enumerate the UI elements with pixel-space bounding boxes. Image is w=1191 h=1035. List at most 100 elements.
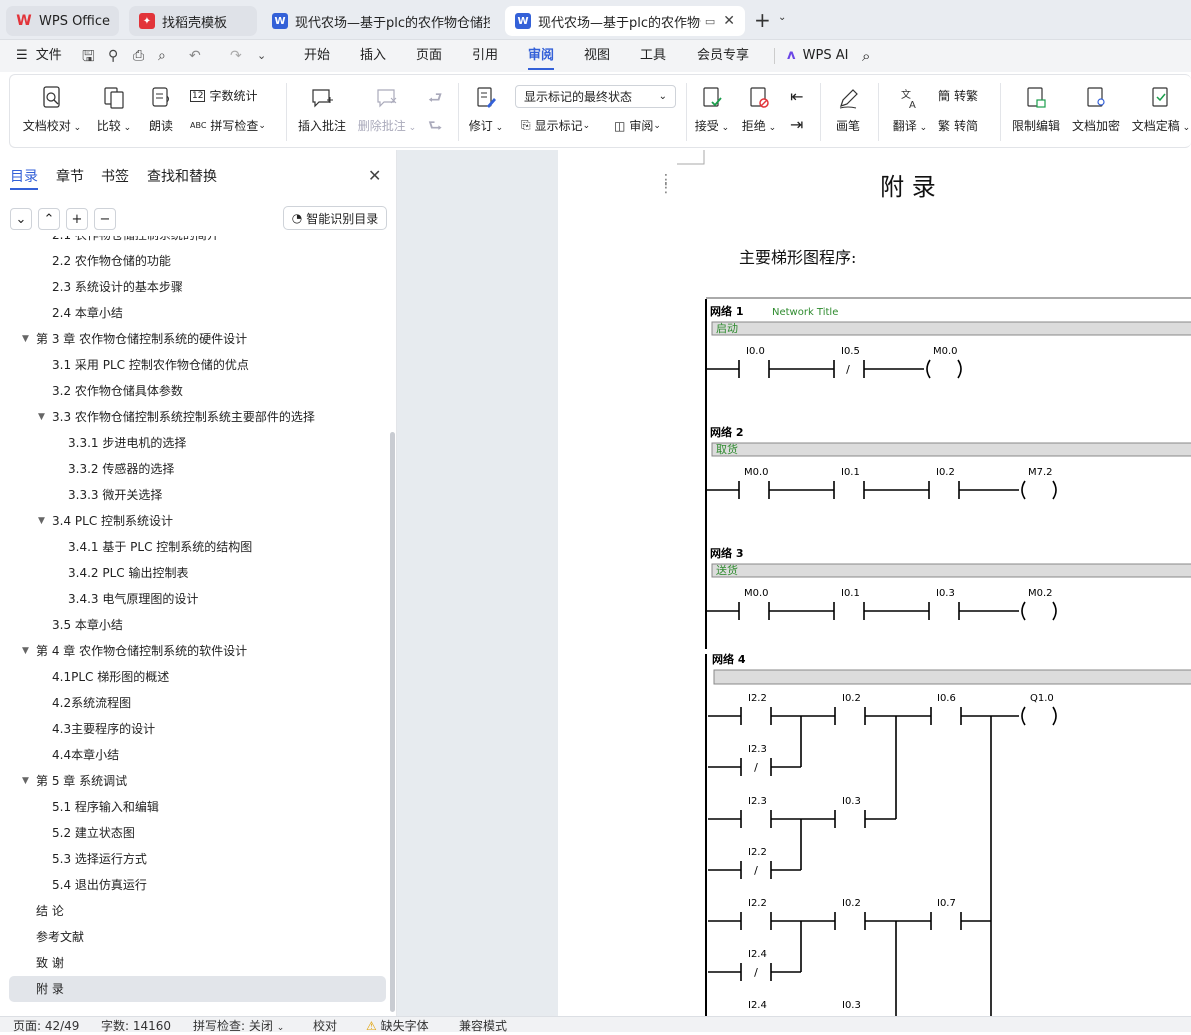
markup-state-select[interactable]: 显示标记的最终状态 ⌄ <box>515 85 676 108</box>
remove-heading-icon[interactable]: − <box>94 208 116 230</box>
toc-item[interactable]: 4.4本章小结 <box>0 742 386 768</box>
close-tab-icon[interactable]: ✕ <box>723 13 735 29</box>
toc-item-top[interactable]: 附 录 <box>9 976 386 1002</box>
tab-template[interactable]: ✦ 找稻壳模板 <box>129 6 257 36</box>
toc-item[interactable]: 3.4.3 电气原理图的设计 <box>0 586 386 612</box>
show-markup-button[interactable]: ⎘ 显示标记 ⌄ <box>521 117 590 134</box>
revise-button[interactable]: 修订 ⌄ <box>468 85 504 134</box>
delete-comment-button[interactable]: 删除批注 ⌄ <box>356 85 418 134</box>
tab-chapter[interactable]: 章节 <box>56 166 84 186</box>
add-heading-icon[interactable]: + <box>66 208 88 230</box>
toc-item[interactable]: ▼ 第 4 章 农作物仓储控制系统的软件设计 <box>0 638 386 664</box>
share-icon[interactable]: ⚲ <box>108 40 118 72</box>
toc-item[interactable]: 3.4.1 基于 PLC 控制系统的结构图 <box>0 534 386 560</box>
toc-item[interactable]: 2.1 农作物仓储控制系统的简介 <box>0 236 386 248</box>
toc-item[interactable]: ▼ 3.4 PLC 控制系统设计 <box>0 508 386 534</box>
spell-check-button[interactable]: ABC 拼写检查 ⌄ <box>190 117 266 134</box>
monitor-icon[interactable]: ▭ <box>705 15 715 28</box>
toc-item[interactable]: 3.3.2 传感器的选择 <box>0 456 386 482</box>
menu-review[interactable]: 审阅 <box>528 40 555 72</box>
translate-button[interactable]: 文A 翻译 ⌄ <box>890 85 930 134</box>
restrict-edit-button[interactable]: 限制编辑 <box>1010 85 1062 134</box>
encrypt-button[interactable]: 文档加密 <box>1070 85 1122 134</box>
toc-item[interactable]: ▼ 3.3 农作物仓储控制系统控制系统主要部件的选择 <box>0 404 386 430</box>
quick-access-chevron-icon[interactable]: ⌄ <box>257 40 266 72</box>
page-indicator[interactable]: 页面: 42/49 <box>13 1019 79 1033</box>
toc-item-top[interactable]: 结 论 <box>0 898 386 924</box>
tab-document-active[interactable]: W 现代农场—基于plc的农作物仓 ▭ ✕ <box>505 6 745 36</box>
toc-item[interactable]: 3.3.3 微开关选择 <box>0 482 386 508</box>
toc-item[interactable]: 5.3 选择运行方式 <box>0 846 386 872</box>
menu-reference[interactable]: 引用 <box>472 40 498 72</box>
toc-item[interactable]: 2.3 系统设计的基本步骤 <box>0 274 386 300</box>
menu-member[interactable]: 会员专享 <box>697 40 749 72</box>
prev-comment-icon[interactable]: ⮐ <box>428 87 442 114</box>
menu-view[interactable]: 视图 <box>584 40 610 72</box>
file-menu[interactable]: ☰ 文件 <box>16 40 62 72</box>
tab-wps-office[interactable]: W WPS Office <box>6 6 119 36</box>
toc-item[interactable]: 3.1 采用 PLC 控制农作物仓储的优点 <box>0 352 386 378</box>
read-aloud-button[interactable]: 朗读 <box>146 85 176 134</box>
save-icon[interactable]: 🖫 <box>82 40 95 72</box>
next-revision-icon[interactable]: ⇥ <box>790 115 803 134</box>
reject-button[interactable]: 拒绝 ⌄ <box>741 85 777 134</box>
tab-list-chevron-icon[interactable]: ⌄ <box>778 12 786 23</box>
toc-item[interactable]: 4.2系统流程图 <box>0 690 386 716</box>
toc-item[interactable]: 2.4 本章小结 <box>0 300 386 326</box>
to-simplified-button[interactable]: 繁 转简 <box>938 117 978 134</box>
toc-item[interactable]: 2.2 农作物仓储的功能 <box>0 248 386 274</box>
tab-find-replace[interactable]: 查找和替换 <box>147 166 217 186</box>
search-icon[interactable]: ⌕ <box>862 40 870 72</box>
redo-icon[interactable]: ↷ <box>230 40 242 72</box>
expand-triangle-icon[interactable]: ▼ <box>38 508 45 534</box>
tab-bookmark[interactable]: 书签 <box>101 166 129 186</box>
next-comment-icon[interactable]: ⮑ <box>428 115 442 142</box>
toc-item[interactable]: 5.1 程序输入和编辑 <box>0 794 386 820</box>
toc-item[interactable]: 5.2 建立状态图 <box>0 820 386 846</box>
drag-handle-icon[interactable]: ⋮ ⋮ <box>659 173 673 195</box>
word-count-indicator[interactable]: 字数: 14160 <box>101 1019 171 1033</box>
word-count-button[interactable]: 12 字数统计 <box>190 87 257 104</box>
toc-item[interactable]: 3.2 农作物仓储具体参数 <box>0 378 386 404</box>
collapse-all-icon[interactable]: ⌄ <box>10 208 32 230</box>
toc-item[interactable]: 4.3主要程序的设计 <box>0 716 386 742</box>
print-preview-icon[interactable]: ⌕ <box>158 40 166 72</box>
toc-item-top[interactable]: 致 谢 <box>0 950 386 976</box>
menu-start[interactable]: 开始 <box>304 40 330 72</box>
toc-item-top[interactable]: 参考文献 <box>0 924 386 950</box>
proof-indicator[interactable]: 校对 <box>313 1019 337 1033</box>
close-pane-icon[interactable]: ✕ <box>368 166 381 185</box>
print-icon[interactable]: ⎙ <box>133 40 144 72</box>
expand-triangle-icon[interactable]: ▼ <box>22 326 29 352</box>
expand-triangle-icon[interactable]: ▼ <box>22 768 29 794</box>
tab-document-1[interactable]: W 现代农场—基于plc的农作物仓储控制 <box>262 6 500 36</box>
prev-revision-icon[interactable]: ⇤ <box>790 87 803 106</box>
toc-item[interactable]: 3.4.2 PLC 输出控制表 <box>0 560 386 586</box>
wps-ai-button[interactable]: ʌ WPS AI <box>787 40 848 72</box>
toc-item[interactable]: ▼ 第 5 章 系统调试 <box>0 768 386 794</box>
pen-button[interactable]: 画笔 <box>832 85 864 134</box>
expand-triangle-icon[interactable]: ▼ <box>38 404 45 430</box>
undo-icon[interactable]: ↶ <box>189 40 201 72</box>
compare-button[interactable]: 比较 ⌄ <box>96 85 132 134</box>
expand-triangle-icon[interactable]: ▼ <box>22 638 29 664</box>
tab-toc[interactable]: 目录 <box>10 166 38 190</box>
menu-tools[interactable]: 工具 <box>640 40 666 72</box>
toc-item[interactable]: 5.4 退出仿真运行 <box>0 872 386 898</box>
toc-item[interactable]: 3.3.1 步进电机的选择 <box>0 430 386 456</box>
menu-page[interactable]: 页面 <box>416 40 442 72</box>
smart-toc-button[interactable]: ◔ 智能识别目录 <box>283 206 387 230</box>
chevron-up-icon[interactable]: ⌃ <box>38 208 60 230</box>
review-pane-button[interactable]: ◫ 审阅 ⌄ <box>614 117 661 134</box>
finalize-button[interactable]: 文档定稿 ⌄ <box>1130 85 1191 134</box>
toc-item[interactable]: 4.1PLC 梯形图的概述 <box>0 664 386 690</box>
spell-check-indicator[interactable]: 拼写检查: 关闭 ⌄ <box>193 1019 284 1035</box>
accept-button[interactable]: 接受 ⌄ <box>694 85 730 134</box>
new-tab-icon[interactable]: + <box>754 9 771 31</box>
toc-item[interactable]: ▼ 第 3 章 农作物仓储控制系统的硬件设计 <box>0 326 386 352</box>
toc-scrollbar[interactable] <box>390 432 395 1012</box>
to-traditional-button[interactable]: 簡 转繁 <box>938 87 978 104</box>
toc-item[interactable]: 3.5 本章小结 <box>0 612 386 638</box>
insert-comment-button[interactable]: 插入批注 <box>296 85 348 134</box>
menu-insert[interactable]: 插入 <box>360 40 386 72</box>
